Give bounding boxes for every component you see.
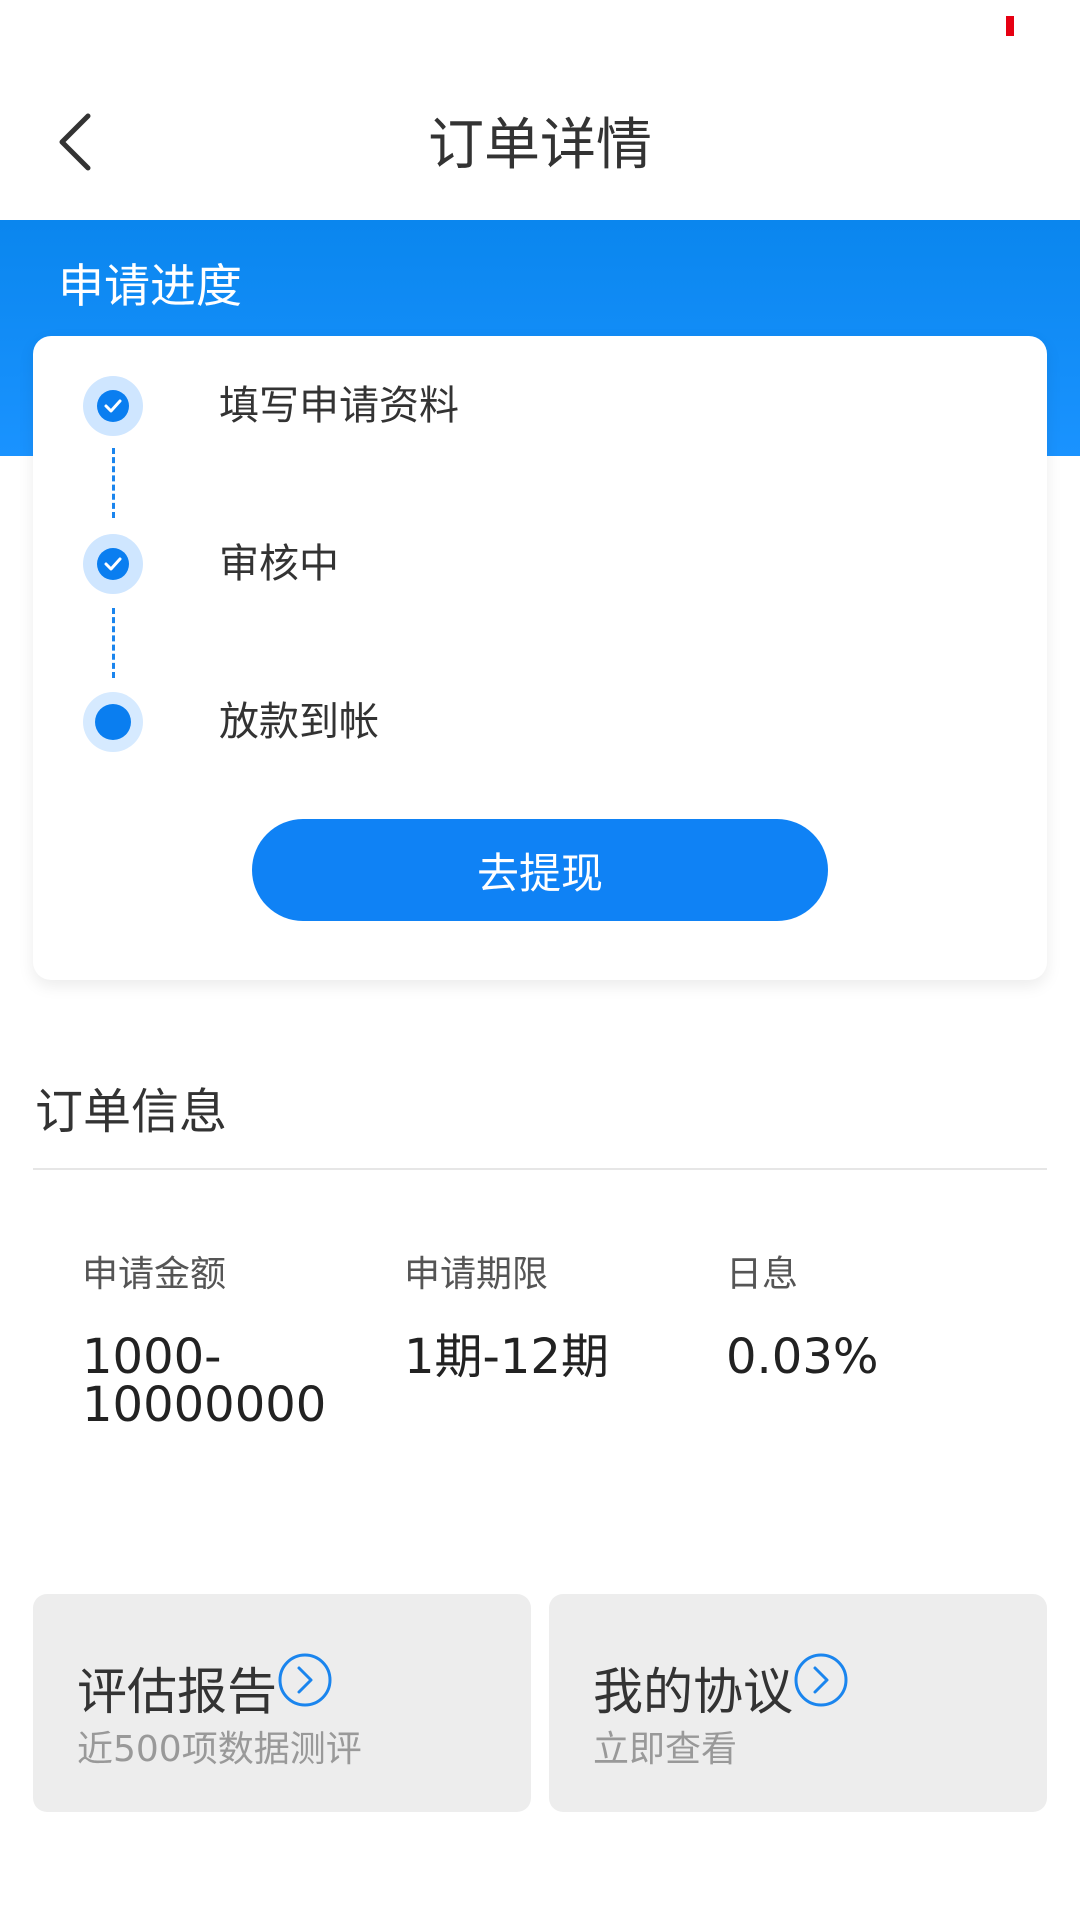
step-label: 填写申请资料: [219, 383, 459, 429]
term-value: 1期-12期: [404, 1329, 609, 1385]
check-icon: [104, 399, 122, 413]
progress-card: 填写申请资料 审核中 放款到帐 去提现: [33, 336, 1047, 980]
card-subtitle: 近500项数据测评: [77, 1729, 362, 1770]
chevron-right-circle-icon: [794, 1653, 848, 1707]
progress-heading: 申请进度: [58, 259, 242, 313]
step-connector: [112, 448, 115, 518]
chevron-right-circle-icon: [278, 1653, 332, 1707]
amount-label: 申请金额: [82, 1254, 227, 1295]
step-label: 放款到帐: [219, 699, 379, 745]
term-label: 申请期限: [404, 1254, 549, 1295]
step-disbursement: 放款到帐: [83, 692, 983, 756]
step-fill-application: 填写申请资料: [83, 376, 983, 440]
evaluation-report-card[interactable]: 评估报告 近500项数据测评: [33, 1594, 531, 1812]
step-reviewing: 审核中: [83, 534, 983, 598]
status-indicator: [1006, 16, 1014, 36]
amount-value: 1000- 10000000: [82, 1329, 327, 1433]
order-info-heading: 订单信息: [35, 1084, 228, 1140]
page-title: 订单详情: [428, 113, 652, 178]
card-title: 我的协议: [593, 1663, 793, 1721]
info-term: 申请期限 1期-12期: [404, 1245, 609, 1381]
check-icon: [104, 557, 122, 571]
step-done-indicator: [83, 534, 143, 594]
my-agreement-card[interactable]: 我的协议 立即查看: [549, 1594, 1047, 1812]
withdraw-button[interactable]: 去提现: [252, 819, 828, 921]
step-done-indicator: [83, 376, 143, 436]
app-header: 订单详情: [0, 60, 1080, 220]
step-connector: [112, 608, 115, 678]
divider: [33, 1168, 1047, 1170]
step-current-indicator: [83, 692, 143, 752]
card-title: 评估报告: [77, 1663, 277, 1721]
info-rate: 日息 0.03%: [726, 1245, 878, 1381]
rate-label: 日息: [726, 1254, 799, 1295]
info-amount: 申请金额 1000- 10000000: [82, 1245, 326, 1429]
rate-value: 0.03%: [726, 1329, 879, 1385]
card-subtitle: 立即查看: [593, 1729, 738, 1770]
step-label: 审核中: [219, 541, 339, 587]
